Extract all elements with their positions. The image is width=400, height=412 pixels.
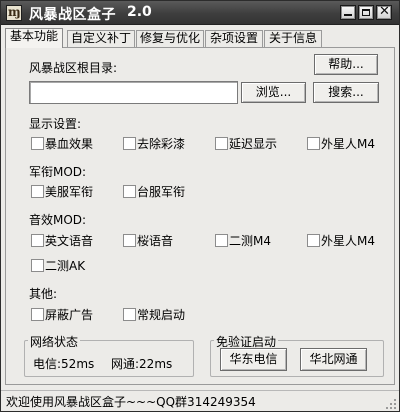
checkbox-box	[307, 137, 320, 150]
minimize-icon	[344, 14, 352, 16]
close-icon: ✕	[379, 4, 390, 19]
root-dir-input[interactable]	[29, 81, 238, 104]
checkbox-box	[307, 234, 320, 247]
checkbox-box	[123, 308, 136, 321]
checkbox-label: 延迟显示	[229, 137, 278, 151]
checkbox-box	[31, 308, 44, 321]
other-label: 其他:	[29, 287, 58, 301]
checkbox-label: 英文语音	[45, 234, 94, 248]
checkbox-label: 暴血效果	[45, 137, 94, 151]
checkbox-label: 去除彩漆	[137, 137, 186, 151]
checkbox-label: 外星人M4	[321, 234, 375, 248]
checkbox-label: 桜语音	[137, 234, 174, 248]
status-text: 欢迎使用风暴战区盒子~~~QQ群314249354	[6, 395, 256, 409]
checkbox-label: 外星人M4	[321, 137, 375, 151]
checkbox-label: 美服军衔	[45, 185, 94, 199]
title-bar[interactable]: ɱ 风暴战区盒子 2.0 ✕	[1, 1, 399, 25]
close-button[interactable]: ✕	[376, 4, 392, 20]
tab-about[interactable]: 关于信息	[264, 30, 322, 47]
checkbox-box	[215, 234, 228, 247]
launch-east-telecom-button[interactable]: 华东电信	[220, 348, 287, 371]
rank-mod-label: 军衔MOD:	[29, 165, 87, 179]
search-button[interactable]: 搜索...	[313, 82, 379, 103]
checkbox-label: 二测AK	[45, 259, 86, 273]
checkbox-label: 屏蔽广告	[45, 308, 94, 322]
tab-repair-optimize[interactable]: 修复与优化	[136, 30, 204, 47]
browse-button[interactable]: 浏览...	[241, 82, 306, 103]
help-button[interactable]: 帮助...	[314, 54, 378, 75]
main-window: ɱ 风暴战区盒子 2.0 ✕ 基本功能 自定义补丁 修复与优化 杂项设置 关于信…	[0, 0, 400, 412]
window-title: 风暴战区盒子	[29, 7, 116, 23]
root-dir-label: 风暴战区根目录:	[29, 61, 118, 75]
checkbox-box	[31, 185, 44, 198]
checkbox-label: 常规启动	[137, 308, 186, 322]
checkbox-box	[123, 185, 136, 198]
checkbox-box	[31, 137, 44, 150]
checkbox-box	[31, 234, 44, 247]
netcom-latency: 网通:22ms	[111, 357, 173, 371]
checkbox-box	[215, 137, 228, 150]
tab-basic[interactable]: 基本功能	[5, 28, 63, 48]
network-status-title: 网络状态	[28, 333, 81, 350]
tab-misc[interactable]: 杂项设置	[205, 30, 263, 47]
tab-custom-patch[interactable]: 自定义补丁	[67, 30, 135, 47]
app-logo-icon[interactable]: ɱ	[6, 5, 22, 21]
display-settings-label: 显示设置:	[29, 117, 82, 131]
checkbox-box	[123, 137, 136, 150]
checkbox-box	[123, 234, 136, 247]
checkbox-label: 二测M4	[229, 234, 271, 248]
launch-north-netcom-button[interactable]: 华北网通	[300, 348, 367, 371]
window-version: 2.0	[127, 4, 152, 20]
checkbox-label: 台服军衔	[137, 185, 186, 199]
minimize-button[interactable]	[340, 5, 356, 20]
maximize-button[interactable]	[358, 5, 374, 20]
sound-mod-label: 音效MOD:	[29, 213, 87, 227]
resize-grip-icon[interactable]	[385, 398, 397, 410]
maximize-icon	[362, 9, 370, 16]
checkbox-box	[31, 259, 44, 272]
status-bar: 欢迎使用风暴战区盒子~~~QQ群314249354	[1, 390, 399, 411]
telecom-latency: 电信:52ms	[33, 357, 95, 371]
